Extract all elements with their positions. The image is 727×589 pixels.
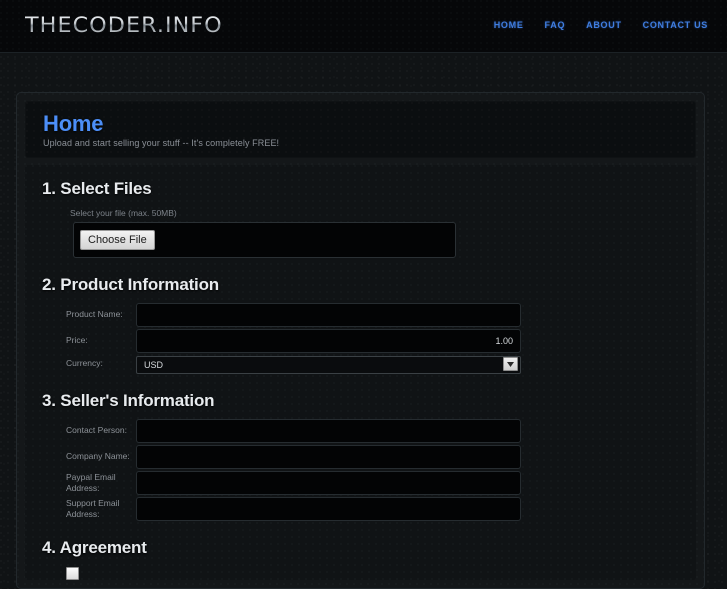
- product-name-input[interactable]: [136, 303, 521, 328]
- company-name-input[interactable]: [136, 445, 521, 470]
- label-product-name: Product Name:: [66, 309, 123, 320]
- section-title-agreement: 4. Agreement: [42, 538, 147, 558]
- field-row-contact-person: Contact Person:: [42, 419, 696, 444]
- nav-link-contact-us[interactable]: CONTACT US: [643, 20, 708, 30]
- currency-select-wrapper[interactable]: USD: [136, 355, 521, 375]
- price-input[interactable]: [136, 329, 521, 354]
- hero-banner: Home Upload and start selling your stuff…: [25, 101, 696, 159]
- choose-file-button[interactable]: Choose File: [80, 230, 155, 251]
- sellers-information-fields: Contact Person: Company Name: Paypal Ema…: [42, 419, 696, 522]
- label-contact-person: Contact Person:: [66, 425, 127, 436]
- section-title-select-files: 1. Select Files: [42, 179, 152, 199]
- label-price: Price:: [66, 335, 88, 346]
- section-title-product-information: 2. Product Information: [42, 275, 219, 295]
- field-row-product-name: Product Name:: [42, 303, 696, 328]
- agreement-row: [66, 567, 696, 581]
- field-row-company-name: Company Name:: [42, 445, 696, 470]
- label-support-email-address: Support Email Address:: [66, 497, 120, 520]
- section-title-sellers-information: 3. Seller's Information: [42, 391, 215, 411]
- nav-link-faq[interactable]: FAQ: [545, 20, 566, 30]
- site-header: THECODER.INFO HOME FAQ ABOUT CONTACT US: [0, 0, 727, 53]
- field-row-paypal-email: Paypal Email Address:: [42, 471, 696, 496]
- page-container: Home Upload and start selling your stuff…: [16, 92, 705, 589]
- nav-link-about[interactable]: ABOUT: [586, 20, 622, 30]
- field-row-currency: Currency: USD: [42, 355, 696, 375]
- page-subtitle: Upload and start selling your stuff -- I…: [43, 138, 280, 149]
- field-row-support-email: Support Email Address:: [42, 497, 696, 522]
- field-row-price: Price:: [42, 329, 696, 354]
- currency-select[interactable]: USD: [136, 356, 521, 375]
- agreement-checkbox[interactable]: [66, 567, 79, 581]
- page-title: Home: [43, 111, 104, 136]
- main-navigation: HOME FAQ ABOUT CONTACT US: [494, 20, 708, 30]
- site-logo[interactable]: THECODER.INFO: [25, 13, 223, 37]
- nav-link-home[interactable]: HOME: [494, 20, 524, 30]
- paypal-email-input[interactable]: [136, 471, 521, 496]
- label-paypal-email-address: Paypal Email Address:: [66, 471, 116, 494]
- support-email-input[interactable]: [136, 497, 521, 522]
- label-currency: Currency:: [66, 358, 103, 369]
- label-company-name: Company Name:: [66, 451, 130, 462]
- file-input-wrapper[interactable]: Choose File: [73, 222, 456, 259]
- file-size-hint: Select your file (max. 50MB): [70, 208, 177, 219]
- product-information-fields: Product Name: Price: Currency: USD: [42, 303, 696, 375]
- contact-person-input[interactable]: [136, 419, 521, 444]
- upload-form: 1. Select Files Select your file (max. 5…: [25, 165, 696, 581]
